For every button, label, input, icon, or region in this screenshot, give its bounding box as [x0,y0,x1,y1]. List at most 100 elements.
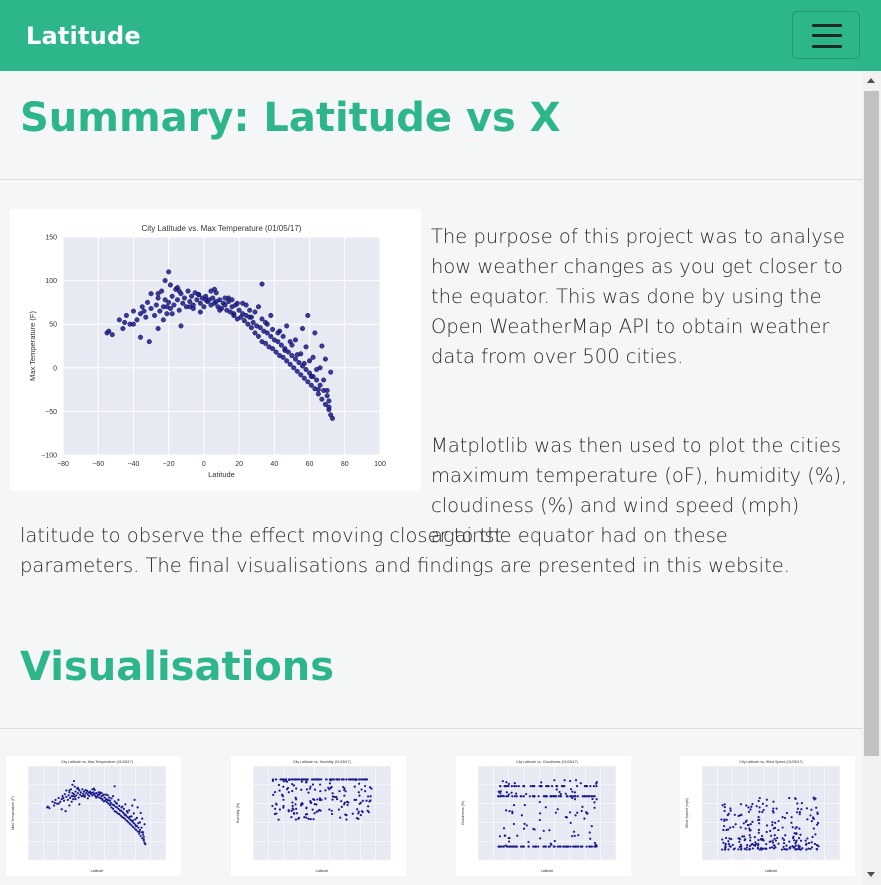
data-point [319,343,325,349]
thumb-point [748,845,751,848]
thumb-point [505,809,508,812]
thumb-title: City Latitude vs. Cloudiness (01/05/17) [516,760,578,764]
thumb-point [814,833,817,836]
thumb-point [751,847,755,850]
data-point [120,326,126,332]
thumb-point [137,826,140,829]
thumb-point [758,848,761,851]
thumb-point [785,811,789,815]
thumb-point [740,845,743,848]
thumb-point [143,823,146,826]
scroll-down-arrow-icon[interactable] [867,872,875,877]
thumb-point [574,814,577,817]
thumb-point [748,847,752,851]
thumb-point [549,842,552,845]
thumb-point [93,788,96,792]
thumb-point [585,795,588,798]
thumb-point [507,793,510,796]
thumb-point [102,793,105,796]
data-point [273,349,279,355]
thumb-point [63,793,66,796]
data-point [298,372,304,378]
thumb-title: City Latitude vs. Humidity (01/05/17) [293,760,351,764]
thumb-point [737,848,740,851]
thumb-point [730,837,733,841]
thumb-point [72,797,75,801]
thumbnail-max-temperature[interactable]: City Latitude vs. Max Temperature (01/05… [6,756,181,876]
thumb-point [364,784,367,788]
thumb-point [755,805,758,808]
data-point [268,312,274,318]
thumb-point [141,833,145,836]
thumb-point [512,804,516,807]
data-point [255,333,261,339]
thumb-point [503,785,506,788]
data-point [167,282,173,288]
vertical-scrollbar[interactable] [862,71,881,885]
data-point [259,316,265,322]
scroll-up-arrow-icon[interactable] [867,78,875,83]
thumb-point [79,791,82,794]
thumb-point [769,840,772,843]
thumb-point [328,782,332,785]
thumb-point [563,779,566,782]
thumb-point [312,798,315,801]
thumb-point [772,811,775,814]
thumb-point [783,816,787,820]
data-point [329,415,335,421]
data-point [185,288,191,294]
data-point [303,344,309,350]
thumb-point [67,794,70,797]
thumb-point [720,848,724,851]
thumb-point [282,804,285,808]
data-point [148,291,154,297]
thumb-point [777,828,780,832]
thumb-point [558,790,561,794]
data-point [141,308,147,314]
thumb-point [723,805,726,809]
thumb-point [805,807,809,810]
data-point [201,304,207,310]
thumb-point [727,840,730,843]
thumb-point [593,806,596,809]
scroll-thumb[interactable] [864,91,879,756]
thumb-point [812,827,815,830]
data-point [263,319,269,325]
thumbnail-cloudiness[interactable]: City Latitude vs. Cloudiness (01/05/17) L… [456,756,631,876]
thumb-point [303,778,306,781]
data-point [106,328,112,334]
data-point [314,377,320,383]
thumb-point [733,813,736,816]
thumb-point [523,804,526,807]
thumb-point [732,825,735,829]
thumb-point [527,845,530,848]
data-point [292,356,298,362]
main-content: Summary: Latitude vs X −80 −60 −40 −20 0 20 40… [0,71,862,885]
navbar-toggle-button[interactable] [792,11,860,59]
thumb-point [744,827,747,830]
x-tick-label: 0 [202,461,206,468]
thumb-point [60,808,63,811]
brand-link[interactable]: Latitude [26,22,141,50]
thumb-point [798,845,801,848]
thumb-point [758,796,761,800]
thumbnail-wind-speed[interactable]: City Latitude vs. Wind Speed (01/05/17) L… [680,756,855,876]
thumb-point [776,836,779,840]
thumb-point [793,846,796,849]
thumb-point [303,816,306,819]
data-point [326,404,332,410]
thumb-point [749,808,752,811]
thumb-point [815,847,818,851]
thumb-point [339,816,342,819]
thumb-point [589,785,592,788]
thumb-point [758,822,761,825]
data-point [282,347,288,353]
thumbnail-humidity[interactable]: City Latitude vs. Humidity (01/05/17) Lat… [231,756,406,876]
thumb-point [305,816,308,819]
thumb-point [593,845,596,848]
thumb-point [132,812,135,815]
thumb-point [345,778,348,781]
thumb-point [286,786,290,790]
thumbnail-chart: City Latitude vs. Cloudiness (01/05/17) L… [461,760,617,873]
thumb-point [522,785,525,788]
